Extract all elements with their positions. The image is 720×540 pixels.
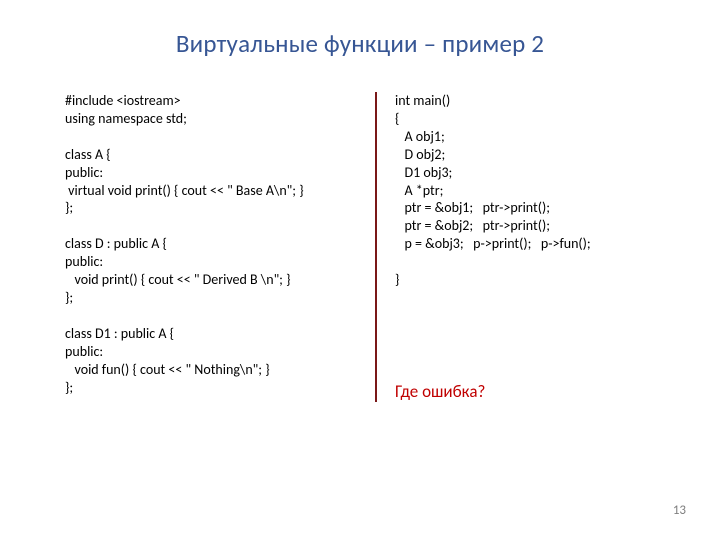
- question-text: Где ошибка?: [395, 381, 665, 402]
- code-block-left: #include <iostream> using namespace std;…: [65, 92, 357, 396]
- content-columns: #include <iostream> using namespace std;…: [65, 92, 665, 402]
- code-block-right: int main() { A obj1; D obj2; D1 obj3; A …: [395, 92, 665, 289]
- left-column: #include <iostream> using namespace std;…: [65, 92, 375, 402]
- slide-title: Виртуальные функции – пример 2: [0, 28, 720, 59]
- right-column: int main() { A obj1; D obj2; D1 obj3; A …: [375, 92, 665, 402]
- page-number: 13: [673, 503, 686, 518]
